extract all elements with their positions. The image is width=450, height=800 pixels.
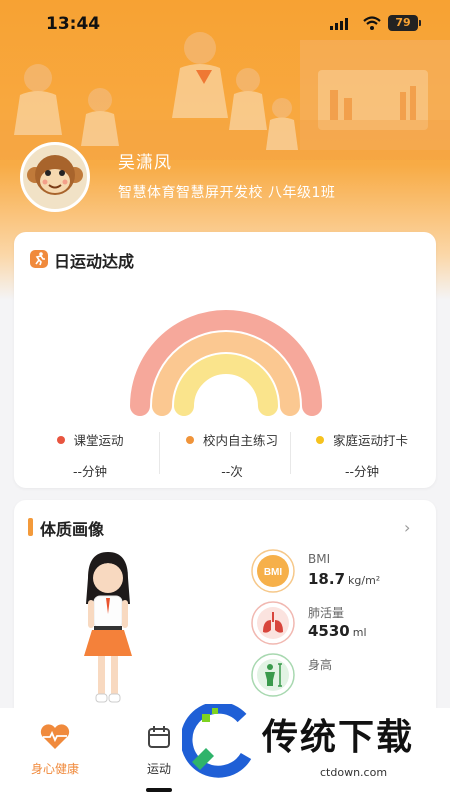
avatar[interactable] [20, 142, 90, 212]
metric-value-bmi: 18.7 kg/m² [308, 570, 380, 588]
user-name: 吴潇凤 [118, 153, 172, 173]
watermark: 传统下载 ctdown.com [178, 700, 450, 800]
chevron-right-icon[interactable]: › [404, 518, 410, 537]
divider [159, 432, 160, 474]
student-figure-illustration [84, 552, 132, 703]
daily-activity-title: 日运动达成 [54, 252, 135, 271]
watermark-url: ctdown.com [320, 766, 388, 779]
calendar-icon [148, 726, 170, 748]
legend-value: --分钟 [72, 464, 108, 479]
watermark-logo-icon [182, 704, 252, 778]
home-indicator [146, 788, 172, 792]
value: 18.7 [308, 570, 346, 588]
nav-health[interactable]: 身心健康 [10, 724, 100, 777]
height-icon [250, 652, 296, 698]
legend-dot-yellow [316, 436, 324, 444]
signal-icon [330, 18, 348, 30]
svg-text:BMI: BMI [264, 567, 283, 578]
metric-name-bmi: BMI [308, 552, 331, 566]
divider [290, 432, 291, 474]
metric-name-height: 身高 [308, 658, 333, 672]
running-icon [30, 250, 48, 268]
status-bar: 13:44 79 [0, 0, 450, 48]
battery-nub [419, 20, 421, 26]
wifi-icon [363, 16, 381, 30]
lungs-icon [250, 600, 296, 646]
metric-value-lung: 4530 ml [308, 622, 367, 640]
legend-value: --分钟 [344, 464, 380, 479]
legend-label: 家庭运动打卡 [332, 433, 408, 448]
battery-icon: 79 [388, 15, 418, 31]
legend-dot-red [56, 436, 65, 444]
heart-pulse-icon [40, 724, 70, 749]
user-school-class: 智慧体育智慧屏开发校 八年级1班 [118, 185, 336, 201]
legend-label: 校内自主练习 [202, 433, 278, 448]
legend-label: 课堂运动 [73, 433, 124, 448]
daily-activity-card[interactable]: 日运动达成 课堂运动 --分钟 校内自主练习 --次 家庭运动打卡 --分钟 [14, 232, 436, 488]
nav-label: 身心健康 [30, 762, 79, 776]
metric-name-lung: 肺活量 [308, 606, 345, 620]
value: 4530 [308, 622, 350, 640]
legend-home-checkin: 家庭运动打卡 --分钟 [292, 430, 432, 480]
legend-class-exercise: 课堂运动 --分钟 [20, 430, 160, 480]
rainbow-ring-inner [174, 354, 278, 416]
physique-title: 体质画像 [40, 520, 105, 539]
unit: ml [352, 626, 367, 639]
monkey-avatar-icon [27, 155, 83, 195]
watermark-text: 传统下载 [262, 717, 415, 758]
bmi-icon: BMI [250, 548, 296, 594]
legend-school-practice: 校内自主练习 --次 [162, 430, 302, 480]
unit: kg/m² [348, 574, 381, 587]
legend-value: --次 [221, 464, 243, 479]
legend-dot-orange [186, 436, 194, 444]
clock: 13:44 [46, 14, 101, 34]
physique-portrait-card[interactable]: 体质画像 › BMI BMI 18.7 kg/m² 肺活量 4530 ml 身高 [14, 500, 436, 730]
section-accent-bar [28, 518, 33, 536]
activity-rainbow-progress [130, 310, 322, 416]
